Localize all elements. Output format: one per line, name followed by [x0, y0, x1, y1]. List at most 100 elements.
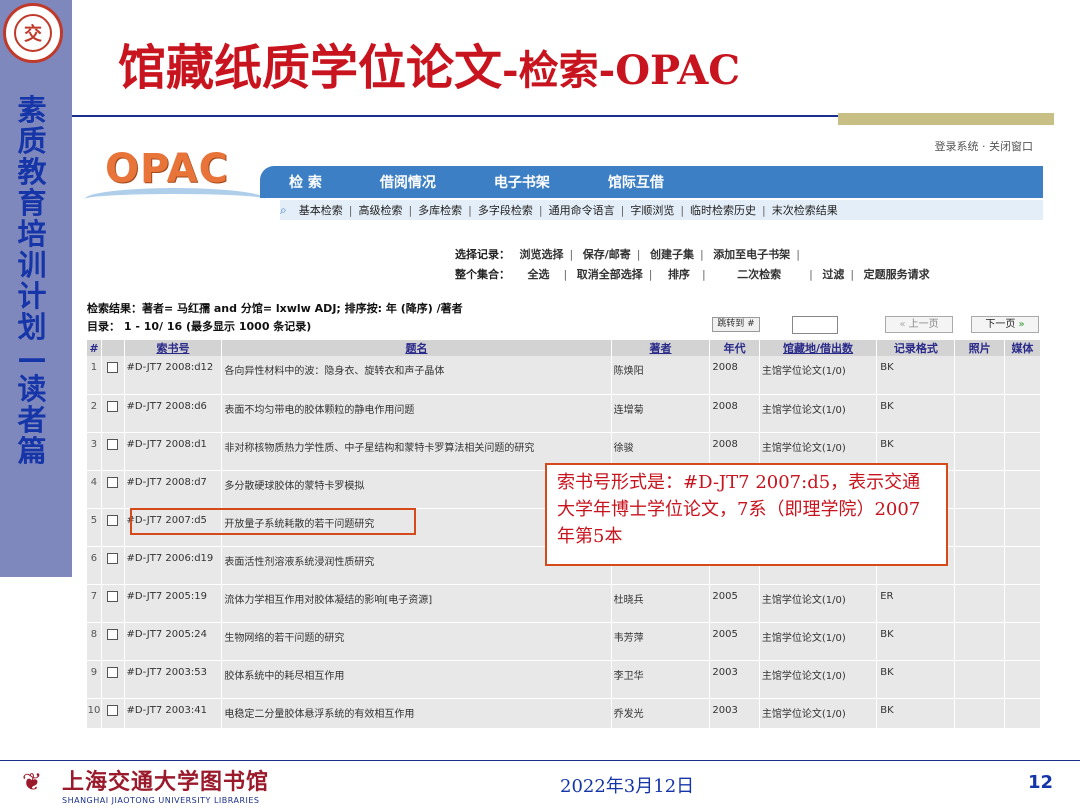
select-checkbox[interactable] — [107, 628, 119, 640]
next-page-button[interactable]: 下一页 » — [971, 316, 1039, 333]
row-title[interactable]: 生物网络的若干问题的研究 — [221, 622, 612, 661]
row-photo — [954, 470, 1005, 509]
row-checkbox[interactable] — [101, 432, 125, 471]
row-call-number[interactable]: #D-JT7 2008:d6 — [124, 394, 223, 433]
nav-borrow-status[interactable]: 借阅情况 — [351, 172, 465, 192]
row-checkbox[interactable] — [101, 508, 125, 547]
page-number: 12 — [1028, 772, 1054, 793]
row-index: 10 — [87, 698, 102, 728]
row-holdings[interactable]: 主馆学位论文(1/0) — [759, 660, 878, 699]
side-title: 素质教育培训计划—读者篇 — [17, 93, 47, 468]
row-checkbox[interactable] — [101, 698, 125, 728]
row-title[interactable]: 各向异性材料中的波：隐身衣、旋转衣和声子晶体 — [221, 356, 612, 395]
subnav-browse[interactable]: 字顺浏览 — [624, 202, 680, 218]
row-call-number[interactable]: #D-JT7 2003:41 — [124, 698, 223, 728]
sub-nav: ⌕ 基本检索 | 高级检索 | 多库检索 | 多字段检索 | 通用命令语言 | 字顺浏览 |… — [280, 200, 1043, 220]
col-header-title[interactable]: 题名 — [221, 340, 612, 356]
table-row[interactable]: 2 #D-JT7 2008:d6 表面不均匀带电的胶体颗粒的静电作用问题 连增菊 200… — [87, 394, 1042, 433]
row-photo — [954, 432, 1005, 471]
action-add-ebookshelf[interactable]: 添加至电子书架 — [707, 248, 796, 261]
select-checkbox[interactable] — [107, 590, 119, 602]
row-checkbox[interactable] — [101, 584, 125, 623]
row-year: 2005 — [709, 584, 760, 623]
row-checkbox[interactable] — [101, 356, 125, 395]
row-call-number[interactable]: #D-JT7 2008:d1 — [124, 432, 223, 471]
row-holdings[interactable]: 主馆学位论文(1/0) — [759, 584, 878, 623]
library-emblem-icon: ❦ — [22, 768, 43, 796]
row-checkbox[interactable] — [101, 394, 125, 433]
row-checkbox[interactable] — [101, 660, 125, 699]
table-row[interactable]: 9 #D-JT7 2003:53 胶体系统中的耗尽相互作用 李卫华 2003 主馆学位论文… — [87, 660, 1042, 699]
slide-title-main: 馆藏纸质学位论文 — [118, 40, 503, 96]
table-row[interactable]: 8 #D-JT7 2005:24 生物网络的若干问题的研究 韦芳萍 2005 主馆学位论文… — [87, 622, 1042, 661]
row-format: BK — [876, 394, 956, 433]
row-call-number[interactable]: #D-JT7 2008:d12 — [124, 356, 223, 395]
select-checkbox[interactable] — [107, 362, 119, 373]
top-links[interactable]: 登录系统 · 关闭窗口 — [935, 138, 1034, 154]
row-title[interactable]: 胶体系统中的耗尽相互作用 — [221, 660, 612, 699]
col-header-author[interactable]: 著者 — [611, 340, 711, 356]
action-select-all[interactable]: 全选 — [514, 268, 564, 281]
col-header-holdings[interactable]: 馆藏地/借出数 — [759, 340, 878, 356]
row-photo — [954, 660, 1005, 699]
subnav-history[interactable]: 临时检索历史 — [684, 202, 762, 218]
row-call-number[interactable]: #D-JT7 2005:19 — [124, 584, 223, 623]
table-header-row: # 索书号 题名 著者 年代 馆藏地/借出数 记录格式 照片 媒体 — [87, 340, 1042, 356]
row-holdings[interactable]: 主馆学位论文(1/0) — [759, 394, 878, 433]
select-checkbox[interactable] — [107, 438, 119, 450]
select-checkbox[interactable] — [107, 476, 119, 488]
action-filter[interactable]: 过滤 — [816, 268, 850, 281]
row-title[interactable]: 表面不均匀带电的胶体颗粒的静电作用问题 — [221, 394, 612, 433]
row-index: 2 — [87, 394, 102, 433]
row-checkbox[interactable] — [101, 470, 125, 509]
action-save-mail[interactable]: 保存/邮寄 — [577, 248, 637, 261]
action-browse-selected[interactable]: 浏览选择 — [514, 248, 570, 261]
subnav-advanced-search[interactable]: 高级检索 — [352, 202, 408, 218]
row-holdings[interactable]: 主馆学位论文(1/0) — [759, 622, 878, 661]
row-checkbox[interactable] — [101, 622, 125, 661]
subnav-multi-field-search[interactable]: 多字段检索 — [472, 202, 539, 218]
select-checkbox[interactable] — [107, 666, 119, 678]
jump-to-button[interactable]: 跳转到 # — [712, 317, 760, 332]
col-header-call-number[interactable]: 索书号 — [124, 340, 223, 356]
table-row[interactable]: 7 #D-JT7 2005:19 流体力学相互作用对胶体凝结的影响[电子资源] 杜晓兵… — [87, 584, 1042, 623]
row-call-number[interactable]: #D-JT7 2006:d19 — [124, 546, 223, 585]
action-create-subset[interactable]: 创建子集 — [644, 248, 700, 261]
col-header-year: 年代 — [709, 340, 760, 356]
subnav-last-results[interactable]: 末次检索结果 — [766, 202, 844, 218]
library-name-cn: 上海交通大学图书馆 — [62, 769, 270, 795]
row-call-number[interactable]: #D-JT7 2005:24 — [124, 622, 223, 661]
action-sdi-request[interactable]: 定题服务请求 — [858, 268, 936, 281]
table-row[interactable]: 10 #D-JT7 2003:41 电稳定二分量胶体悬浮系统的有效相互作用 乔发光 20… — [87, 698, 1042, 728]
action-sort[interactable]: 排序 — [656, 268, 702, 281]
row-year: 2003 — [709, 698, 760, 728]
subnav-ccl[interactable]: 通用命令语言 — [543, 202, 621, 218]
row-format: BK — [876, 622, 956, 661]
row-call-number[interactable]: #D-JT7 2008:d7 — [124, 470, 223, 509]
subnav-basic-search[interactable]: 基本检索 — [293, 202, 349, 218]
row-title[interactable]: 流体力学相互作用对胶体凝结的影响[电子资源] — [221, 584, 612, 623]
jump-to-input[interactable] — [792, 316, 838, 334]
table-row[interactable]: 1 #D-JT7 2008:d12 各向异性材料中的波：隐身衣、旋转衣和声子晶体 陈焕… — [87, 356, 1042, 395]
row-checkbox[interactable] — [101, 546, 125, 585]
nav-interlibrary-loan[interactable]: 馆际互借 — [579, 172, 693, 192]
row-year: 2003 — [709, 660, 760, 699]
prev-page-button[interactable]: « 上一页 — [885, 316, 953, 333]
row-call-number[interactable]: #D-JT7 2003:53 — [124, 660, 223, 699]
subnav-multi-db-search[interactable]: 多库检索 — [412, 202, 468, 218]
select-checkbox[interactable] — [107, 400, 119, 412]
action-deselect-all[interactable]: 取消全部选择 — [571, 268, 649, 281]
select-checkbox[interactable] — [107, 704, 119, 716]
row-format: BK — [876, 660, 956, 699]
row-title[interactable]: 电稳定二分量胶体悬浮系统的有效相互作用 — [221, 698, 612, 728]
nav-ebookshelf[interactable]: 电子书架 — [465, 172, 579, 192]
select-checkbox[interactable] — [107, 514, 119, 526]
select-checkbox[interactable] — [107, 552, 119, 564]
row-holdings[interactable]: 主馆学位论文(1/0) — [759, 356, 878, 395]
row-holdings[interactable]: 主馆学位论文(1/0) — [759, 698, 878, 728]
col-header-photo: 照片 — [954, 340, 1005, 356]
action-refine-search[interactable]: 二次检索 — [709, 268, 809, 281]
nav-search[interactable]: 检 索 — [260, 172, 351, 192]
row-index: 4 — [87, 470, 102, 509]
row-media — [1004, 394, 1042, 433]
